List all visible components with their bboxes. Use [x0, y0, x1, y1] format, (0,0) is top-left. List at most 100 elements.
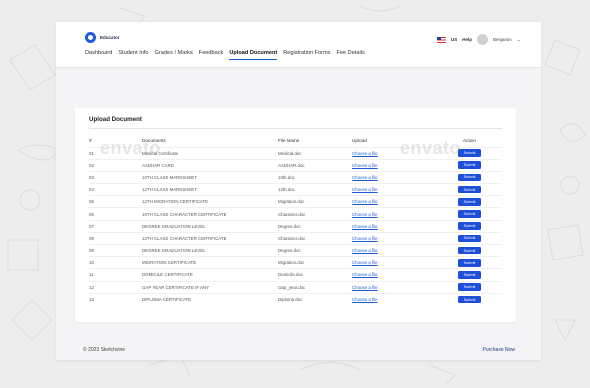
app-window: Educator US Help Benjamin ⌄ Dashboard St…: [56, 22, 541, 360]
choose-file-link[interactable]: Choose a file: [352, 236, 378, 241]
table-header-row: # Documents File Name Upload Action: [89, 134, 502, 147]
tab-fee-details[interactable]: Fee Details: [336, 50, 364, 60]
card-title: Upload Document: [89, 116, 142, 123]
file-name: Character.doc: [278, 235, 306, 241]
submit-button[interactable]: Submit: [457, 161, 482, 170]
table-row: 10 MIGRATION CERTIFICATE Migration.doc Choo…: [89, 256, 502, 269]
document-name: DEGREE GRADUATION LEVEL: [142, 223, 206, 229]
choose-file-link[interactable]: Choose a file: [352, 199, 378, 204]
document-name: 10TH CLASS CHARACTER CERTIFICATE: [142, 211, 227, 217]
copyright: © 2023 Sketchvine: [83, 347, 126, 353]
row-number: 02: [89, 162, 94, 168]
row-number: 08: [89, 235, 94, 241]
document-name: DIPLOMA CERTIFICATE: [142, 297, 192, 303]
chevron-down-icon[interactable]: ⌄: [517, 37, 521, 43]
table-row: 08 12TH CLASS CHARACTER CERTIFICATE Charac…: [89, 232, 502, 244]
row-number: 13: [89, 297, 94, 303]
header-upload: Upload: [352, 137, 367, 143]
file-name: 10th.doc: [278, 174, 295, 180]
submit-button[interactable]: Submit: [457, 246, 482, 255]
tab-upload-document[interactable]: Upload Document: [229, 50, 278, 60]
document-name: MIGRATION CERTIFICATE: [142, 260, 197, 266]
file-name: Medical.doc: [278, 150, 302, 156]
brand-name: Educator: [100, 35, 120, 40]
row-number: 07: [89, 223, 94, 229]
documents-table: # Documents File Name Upload Action 01 Me…: [89, 134, 502, 305]
document-name: GAP YEAR CERTIFICATE IF ANY: [142, 284, 210, 290]
tab-registration-forms[interactable]: Registration Forms: [283, 50, 330, 60]
submit-button[interactable]: Submit: [457, 210, 482, 218]
educator-logo-icon: [85, 32, 96, 43]
file-name: Degree.doc: [278, 248, 301, 254]
choose-file-link[interactable]: Choose a file: [352, 272, 378, 277]
document-name: 12TH CLASS MARKSHEET: [142, 187, 197, 193]
brand[interactable]: Educator: [85, 32, 120, 43]
row-number: 06: [89, 211, 94, 217]
submit-button[interactable]: Submit: [457, 258, 482, 267]
choose-file-link[interactable]: Choose a file: [352, 224, 378, 229]
tab-student-info[interactable]: Student Info: [118, 50, 148, 60]
submit-button[interactable]: Submit: [457, 149, 482, 157]
submit-button[interactable]: Submit: [457, 283, 482, 291]
submit-button[interactable]: Submit: [457, 198, 482, 206]
header-documents: Documents: [142, 137, 166, 143]
row-number: 05: [89, 199, 94, 205]
tab-grades-marks[interactable]: Grades / Marks: [155, 50, 193, 60]
submit-button[interactable]: Submit: [457, 173, 482, 182]
top-bar: Educator US Help Benjamin ⌄ Dashboard St…: [56, 22, 541, 68]
choose-file-link[interactable]: Choose a file: [352, 260, 378, 265]
table-row: 07 DEGREE GRADUATION LEVEL Degree.doc Choos…: [89, 220, 502, 232]
table-row: 02 AADHAR CARD AADHAR.doc Choose a file Subm…: [89, 159, 502, 171]
purchase-now-link[interactable]: Purchase Now: [482, 347, 515, 353]
document-name: 12TH MIGRATION CERTIFICATE: [142, 199, 209, 205]
table-row: 09 DEGREE GRADUATION LEVEL Degree.doc Choos…: [89, 244, 502, 257]
row-number: 09: [89, 248, 94, 254]
table-row: 06 10TH CLASS CHARACTER CERTIFICATE Charac…: [89, 207, 502, 220]
choose-file-link[interactable]: Choose a file: [352, 297, 378, 302]
file-name: Migration.doc: [278, 260, 305, 266]
choose-file-link[interactable]: Choose a file: [352, 163, 378, 168]
document-name: Medical Certificate: [142, 150, 179, 156]
us-flag-icon: [437, 36, 446, 43]
table-row: 11 DOMICILE CERTIFICATE Domicile.doc Choose…: [89, 268, 502, 281]
document-name: DEGREE GRADUATION LEVEL: [142, 248, 206, 254]
help-link[interactable]: Help: [462, 37, 472, 42]
row-number: 01: [89, 150, 94, 156]
choose-file-link[interactable]: Choose a file: [352, 187, 378, 192]
file-name: Domicile.doc: [278, 272, 304, 278]
header-file-name: File Name: [278, 137, 300, 143]
header-number: #: [89, 137, 92, 143]
choose-file-link[interactable]: Choose a file: [352, 212, 378, 217]
document-name: DOMICILE CERTIFICATE: [142, 272, 193, 278]
upload-document-card: Upload Document # Documents File Name Up…: [75, 108, 516, 322]
row-number: 11: [89, 272, 94, 278]
submit-button[interactable]: Submit: [457, 234, 482, 243]
language-selector[interactable]: US: [451, 37, 457, 42]
table-row: 01 Medical Certificate Medical.doc Choose a…: [89, 147, 502, 159]
document-name: 10TH CLASS MARKSHEET: [142, 174, 197, 180]
submit-button[interactable]: Submit: [457, 185, 482, 194]
choose-file-link[interactable]: Choose a file: [352, 285, 378, 290]
row-number: 12: [89, 284, 94, 290]
document-name: AADHAR CARD: [142, 162, 174, 168]
top-right-controls: US Help Benjamin ⌄: [437, 34, 521, 45]
file-name: Gap_year.doc: [278, 284, 306, 290]
file-name: Migration.doc: [278, 199, 305, 205]
header-action: Action: [462, 137, 477, 143]
choose-file-link[interactable]: Choose a file: [352, 175, 378, 180]
choose-file-link[interactable]: Choose a file: [352, 248, 378, 253]
row-number: 04: [89, 187, 94, 193]
main-nav: Dashboard Student Info Grades / Marks Fe…: [85, 50, 365, 60]
submit-button[interactable]: Submit: [457, 295, 482, 304]
avatar[interactable]: [477, 34, 489, 45]
submit-button[interactable]: Submit: [457, 222, 482, 231]
file-name: AADHAR.doc: [278, 162, 305, 168]
choose-file-link[interactable]: Choose a file: [352, 151, 378, 156]
tab-feedback[interactable]: Feedback: [199, 50, 224, 60]
document-name: 12TH CLASS CHARACTER CERTIFICATE: [142, 235, 227, 241]
file-name: Diploma.doc: [278, 297, 303, 303]
tab-dashboard[interactable]: Dashboard: [85, 50, 112, 60]
user-name[interactable]: Benjamin: [493, 37, 512, 42]
submit-button[interactable]: Submit: [457, 271, 482, 279]
file-name: 12th.doc: [278, 187, 295, 193]
